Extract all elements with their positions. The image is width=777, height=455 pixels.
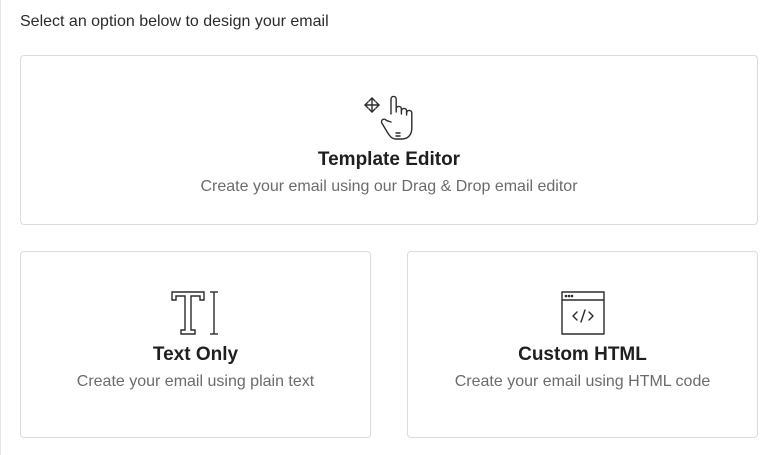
template-editor-title: Template Editor — [317, 149, 461, 170]
drag-drop-hand-icon — [361, 92, 417, 142]
text-cursor-icon — [170, 290, 222, 336]
template-editor-option-card[interactable]: Template Editor Create your email using … — [20, 55, 758, 225]
text-only-description: Create your email using plain text — [76, 373, 315, 390]
code-window-icon — [559, 290, 607, 336]
custom-html-title: Custom HTML — [518, 344, 647, 365]
custom-html-option-card[interactable]: Custom HTML Create your email using HTML… — [407, 251, 758, 438]
email-design-options-page: Select an option below to design your em… — [0, 0, 777, 455]
text-only-title: Text Only — [152, 344, 239, 365]
intro-text: Select an option below to design your em… — [20, 13, 329, 30]
template-editor-description: Create your email using our Drag & Drop … — [200, 178, 578, 195]
text-only-option-card[interactable]: Text Only Create your email using plain … — [20, 251, 371, 438]
custom-html-description: Create your email using HTML code — [454, 373, 711, 390]
